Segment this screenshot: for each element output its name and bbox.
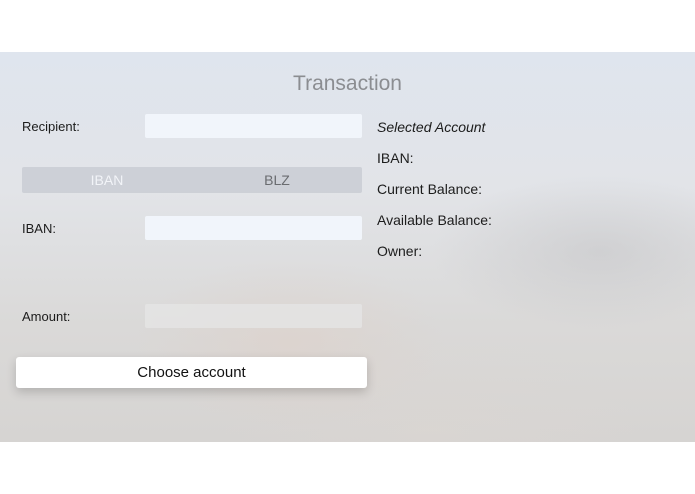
amount-input[interactable]	[145, 304, 362, 328]
iban-input[interactable]	[145, 216, 362, 240]
segment-blz[interactable]: BLZ	[192, 167, 362, 193]
selected-account-heading: Selected Account	[377, 119, 486, 135]
current-balance-label: Current Balance:	[377, 181, 483, 197]
owner-label: Owner:	[377, 243, 423, 259]
segment-iban[interactable]: IBAN	[22, 167, 192, 193]
recipient-input[interactable]	[145, 114, 362, 138]
amount-label: Amount:	[22, 309, 71, 324]
account-format-segmented-control: IBAN BLZ	[22, 167, 362, 193]
page-title: Transaction	[293, 72, 402, 95]
iban-label: IBAN:	[22, 221, 56, 236]
account-iban-label: IBAN:	[377, 150, 414, 166]
recipient-label: Recipient:	[22, 119, 80, 134]
available-balance-label: Available Balance:	[377, 212, 492, 228]
transaction-screen: Transaction Recipient: IBAN BLZ IBAN: Am…	[0, 52, 695, 442]
choose-account-button[interactable]: Choose account	[16, 357, 367, 388]
